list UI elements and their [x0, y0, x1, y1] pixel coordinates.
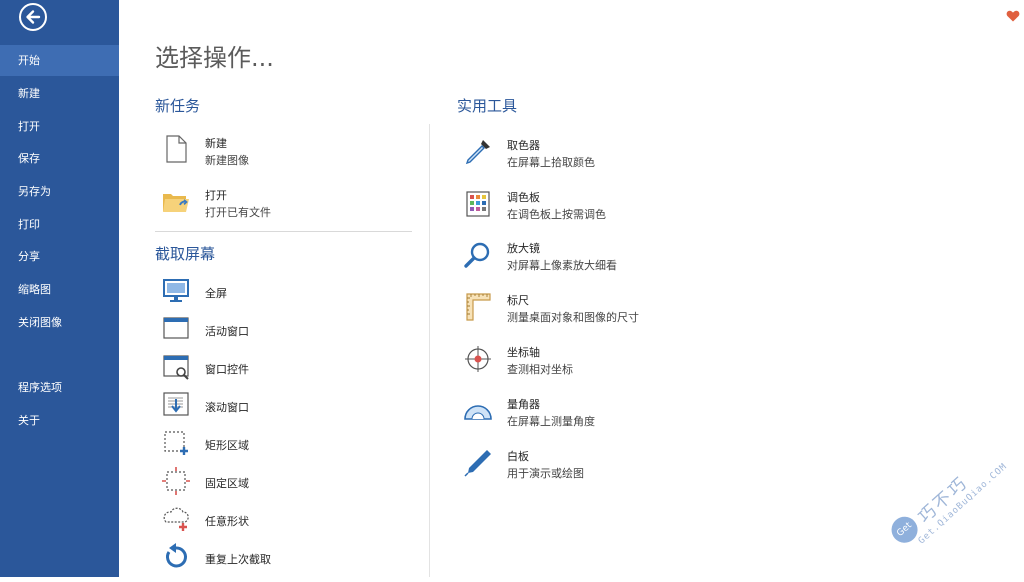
monitor-icon [163, 279, 189, 302]
tool-color-palette[interactable]: 调色板 在调色板上按需调色 [463, 189, 723, 223]
tool-ruler[interactable]: 标尺 测量桌面对象和图像的尺寸 [463, 292, 723, 326]
protractor-icon [464, 405, 492, 420]
watermark: Get 巧不巧 Get.QiaoBuQiao.COM [883, 448, 1020, 582]
sidebar-item-options[interactable]: 程序选项 [0, 372, 119, 403]
capture-freeform-label: 任意形状 [205, 515, 249, 528]
capture-rectangle-region[interactable]: 矩形区域 [161, 428, 401, 458]
sidebar-item-save[interactable]: 保存 [0, 143, 119, 174]
tool-magnifier-desc: 对屏幕上像素放大细看 [507, 259, 617, 272]
tool-color-picker-desc: 在屏幕上拾取颜色 [507, 156, 595, 169]
sidebar-item-start[interactable]: 开始 [0, 45, 119, 76]
pen-icon [464, 450, 491, 477]
capture-scrolling-window-label: 滚动窗口 [205, 401, 249, 414]
heart-icon[interactable] [1006, 9, 1020, 23]
back-arrow-icon[interactable] [18, 2, 48, 32]
tool-ruler-desc: 测量桌面对象和图像的尺寸 [507, 311, 639, 324]
sidebar-item-share[interactable]: 分享 [0, 241, 119, 272]
sidebar-item-about[interactable]: 关于 [0, 405, 119, 436]
open-file-desc: 打开已有文件 [205, 206, 271, 219]
capture-window-control[interactable]: 窗口控件 [161, 352, 401, 382]
new-document-icon [166, 135, 187, 163]
tool-whiteboard-desc: 用于演示或绘图 [507, 467, 584, 480]
capture-repeat-last-label: 重复上次截取 [205, 553, 271, 566]
sidebar-item-open[interactable]: 打开 [0, 111, 119, 142]
tool-whiteboard-title: 白板 [507, 450, 529, 463]
tool-magnifier[interactable]: 放大镜 对屏幕上像素放大细看 [463, 240, 723, 274]
capture-scrolling-window[interactable]: 滚动窗口 [161, 390, 401, 420]
sidebar-item-thumbnails[interactable]: 缩略图 [0, 274, 119, 305]
sidebar-item-new[interactable]: 新建 [0, 78, 119, 109]
fixed-region-icon [162, 467, 190, 495]
tool-color-picker-title: 取色器 [507, 139, 540, 152]
tool-axes-desc: 查测相对坐标 [507, 363, 573, 376]
tool-color-picker[interactable]: 取色器 在屏幕上拾取颜色 [463, 137, 723, 171]
tool-axes[interactable]: 坐标轴 查测相对坐标 [463, 344, 723, 378]
ruler-icon [466, 293, 491, 321]
freeform-shape-icon [163, 507, 189, 531]
tool-axes-title: 坐标轴 [507, 346, 540, 359]
section-heading-capture: 截取屏幕 [155, 245, 216, 263]
eyedropper-icon [465, 140, 490, 165]
new-image-item[interactable]: 新建 新建图像 [161, 134, 401, 170]
crosshair-icon [465, 346, 491, 372]
open-file-item[interactable]: 打开 打开已有文件 [161, 186, 401, 222]
column-divider [429, 124, 430, 577]
new-image-title: 新建 [205, 137, 227, 150]
capture-rectangle-region-label: 矩形区域 [205, 439, 249, 452]
capture-repeat-last[interactable]: 重复上次截取 [161, 542, 401, 572]
section-heading-tools: 实用工具 [457, 97, 518, 115]
active-window-icon [163, 317, 189, 339]
repeat-arrow-icon [166, 543, 187, 568]
tool-protractor-title: 量角器 [507, 398, 540, 411]
open-file-title: 打开 [205, 189, 227, 202]
magnifier-icon [464, 242, 490, 268]
tool-color-palette-title: 调色板 [507, 191, 540, 204]
palette-grid-icon [466, 191, 490, 217]
window-control-icon [163, 355, 189, 380]
capture-fixed-region[interactable]: 固定区域 [161, 466, 401, 496]
capture-fixed-region-label: 固定区域 [205, 477, 249, 490]
scroll-window-icon [163, 392, 189, 416]
capture-active-window[interactable]: 活动窗口 [161, 314, 401, 344]
tool-magnifier-title: 放大镜 [507, 242, 540, 255]
capture-freeform[interactable]: 任意形状 [161, 504, 401, 534]
tool-whiteboard[interactable]: 白板 用于演示或绘图 [463, 448, 723, 482]
sidebar-item-close-image[interactable]: 关闭图像 [0, 307, 119, 338]
sidebar-item-save-as[interactable]: 另存为 [0, 176, 119, 207]
page-title: 选择操作... [155, 44, 274, 72]
section-heading-new-task: 新任务 [155, 97, 201, 115]
tool-ruler-title: 标尺 [507, 294, 529, 307]
watermark-logo: Get [886, 511, 923, 549]
sidebar-item-print[interactable]: 打印 [0, 209, 119, 240]
capture-window-control-label: 窗口控件 [205, 363, 249, 376]
capture-fullscreen[interactable]: 全屏 [161, 276, 401, 306]
open-folder-icon [163, 194, 189, 212]
sidebar: 开始 新建 打开 保存 另存为 打印 分享 缩略图 关闭图像 程序选项 关于 [0, 0, 119, 577]
capture-active-window-label: 活动窗口 [205, 325, 249, 338]
capture-fullscreen-label: 全屏 [205, 287, 227, 300]
rectangle-region-icon [164, 431, 188, 455]
new-image-desc: 新建图像 [205, 154, 249, 167]
tool-protractor-desc: 在屏幕上测量角度 [507, 415, 595, 428]
section-divider [155, 231, 412, 232]
tool-protractor[interactable]: 量角器 在屏幕上测量角度 [463, 396, 723, 430]
tool-color-palette-desc: 在调色板上按需调色 [507, 208, 606, 221]
